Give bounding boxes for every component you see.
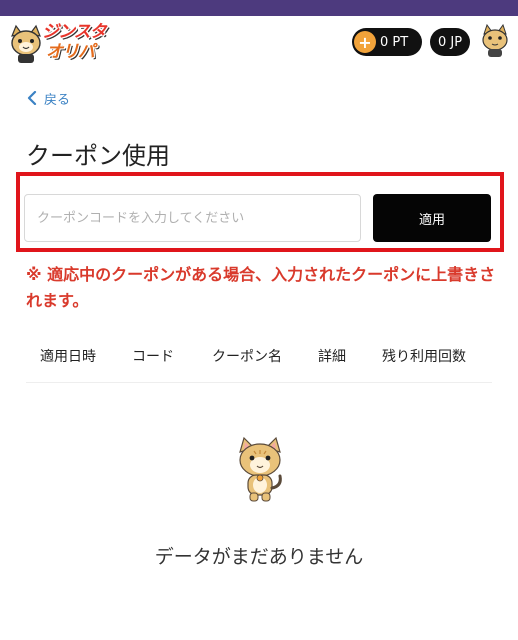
empty-state-message: データがまだありません bbox=[154, 546, 364, 568]
column-details: 詳細 bbox=[318, 349, 346, 365]
overwrite-notice: ※ 適応中のクーポンがある場合、入力されたクーポンに上書きされます。 bbox=[26, 265, 496, 310]
coupon-code-input[interactable] bbox=[24, 194, 361, 242]
points-balance[interactable]: + 0 PT bbox=[352, 28, 422, 56]
points-value: 0 PT bbox=[380, 34, 409, 50]
back-link[interactable]: 戻る bbox=[26, 88, 70, 108]
column-applied-date: 適用日時 bbox=[40, 349, 96, 365]
top-status-bar bbox=[0, 0, 518, 16]
column-coupon-name: クーポン名 bbox=[212, 349, 282, 365]
apply-button[interactable]: 適用 bbox=[373, 194, 491, 242]
user-avatar-icon[interactable] bbox=[478, 24, 512, 58]
plus-coin-icon: + bbox=[354, 31, 376, 53]
site-logo[interactable]: ジンスタ オリパ bbox=[6, 20, 118, 68]
site-header: ジンスタ オリパ + 0 PT 0 JP bbox=[0, 16, 518, 72]
logo-text: ジンスタ オリパ bbox=[42, 22, 122, 62]
jp-balance[interactable]: 0 JP bbox=[430, 28, 470, 56]
chevron-left-icon bbox=[27, 91, 37, 105]
coupon-table-header: 適用日時 コード クーポン名 詳細 残り利用回数 bbox=[26, 346, 492, 383]
column-remaining-uses: 残り利用回数 bbox=[382, 349, 466, 365]
column-code: コード bbox=[132, 349, 174, 365]
back-label: 戻る bbox=[44, 92, 71, 108]
logo-mascot-icon bbox=[11, 24, 41, 63]
logo-line-2: オリパ bbox=[46, 42, 95, 62]
cat-mascot-icon bbox=[239, 436, 282, 502]
page-title: クーポン使用 bbox=[26, 142, 170, 170]
logo-line-1: ジンスタ bbox=[42, 22, 107, 42]
jp-value: 0 JP bbox=[437, 34, 463, 50]
